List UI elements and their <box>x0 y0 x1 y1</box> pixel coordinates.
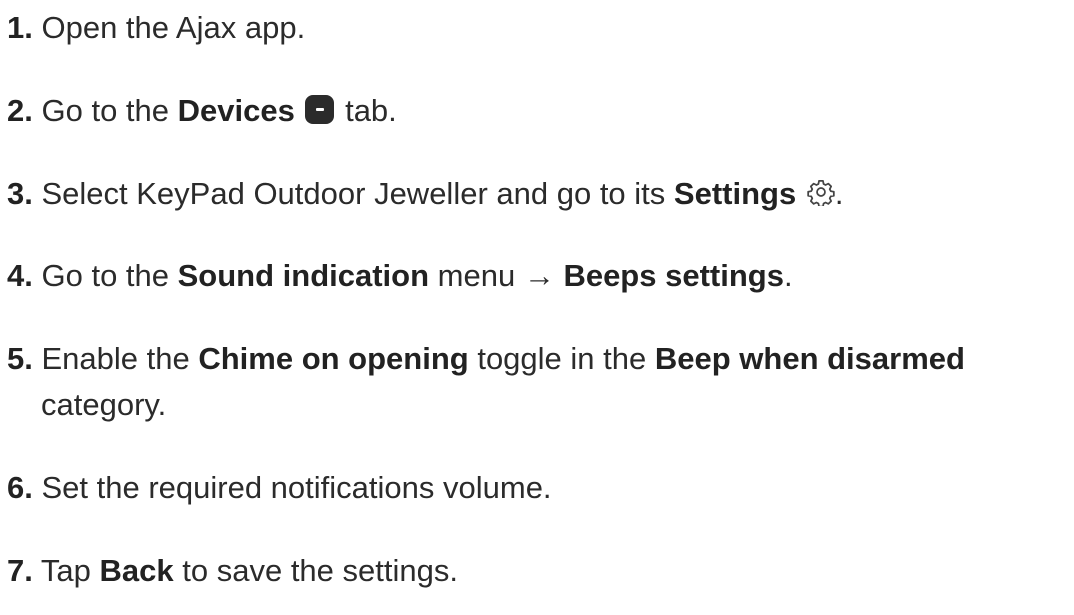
back-label: Back <box>99 553 174 588</box>
step-1: 1. Open the Ajax app. <box>7 6 1067 50</box>
step-text: Tap <box>40 553 100 588</box>
step-text: to save the settings. <box>173 553 458 588</box>
step-text: category. <box>41 387 167 422</box>
step-text: menu → <box>429 258 564 293</box>
step-text: Set the required notifications volume. <box>41 470 552 505</box>
step-number: 7. <box>7 553 33 588</box>
devices-icon <box>305 95 335 124</box>
beep-when-disarmed-label: Beep when disarmed <box>654 341 965 376</box>
beeps-settings-label: Beeps settings <box>563 258 784 293</box>
step-number: 1. <box>7 10 33 45</box>
step-text: . <box>783 258 793 293</box>
step-text: toggle in the <box>468 341 655 376</box>
settings-label: Settings <box>673 176 797 211</box>
devices-tab-label: Devices <box>177 93 295 128</box>
step-number: 3. <box>7 176 33 211</box>
step-text: Enable the <box>41 341 199 376</box>
step-4: 4. Go to the Sound indication menu → Bee… <box>7 254 1067 298</box>
step-5: 5. Enable the Chime on opening toggle in… <box>7 337 1067 381</box>
step-5-continuation: category. <box>7 383 1074 427</box>
step-2: 2. Go to the Devices tab. <box>7 89 1067 133</box>
step-text: Open the Ajax app. <box>41 10 306 45</box>
step-text: . <box>834 176 844 211</box>
step-number: 5. <box>7 341 33 376</box>
step-7: 7. Tap Back to save the settings. <box>7 549 1067 593</box>
step-text: Go to the <box>41 93 178 128</box>
instruction-steps: 1. Open the Ajax app. 2. Go to the Devic… <box>0 0 1074 615</box>
step-number: 6. <box>7 470 33 505</box>
gear-icon <box>807 180 835 206</box>
step-3: 3. Select KeyPad Outdoor Jeweller and go… <box>7 172 1067 216</box>
step-text: Select KeyPad Outdoor Jeweller and go to… <box>41 176 674 211</box>
step-number: 2. <box>7 93 33 128</box>
sound-indication-label: Sound indication <box>177 258 430 293</box>
chime-on-opening-label: Chime on opening <box>198 341 469 376</box>
step-number: 4. <box>7 258 33 293</box>
step-6: 6. Set the required notifications volume… <box>7 466 1067 510</box>
step-text: Go to the <box>41 258 178 293</box>
step-text: tab. <box>336 93 397 128</box>
